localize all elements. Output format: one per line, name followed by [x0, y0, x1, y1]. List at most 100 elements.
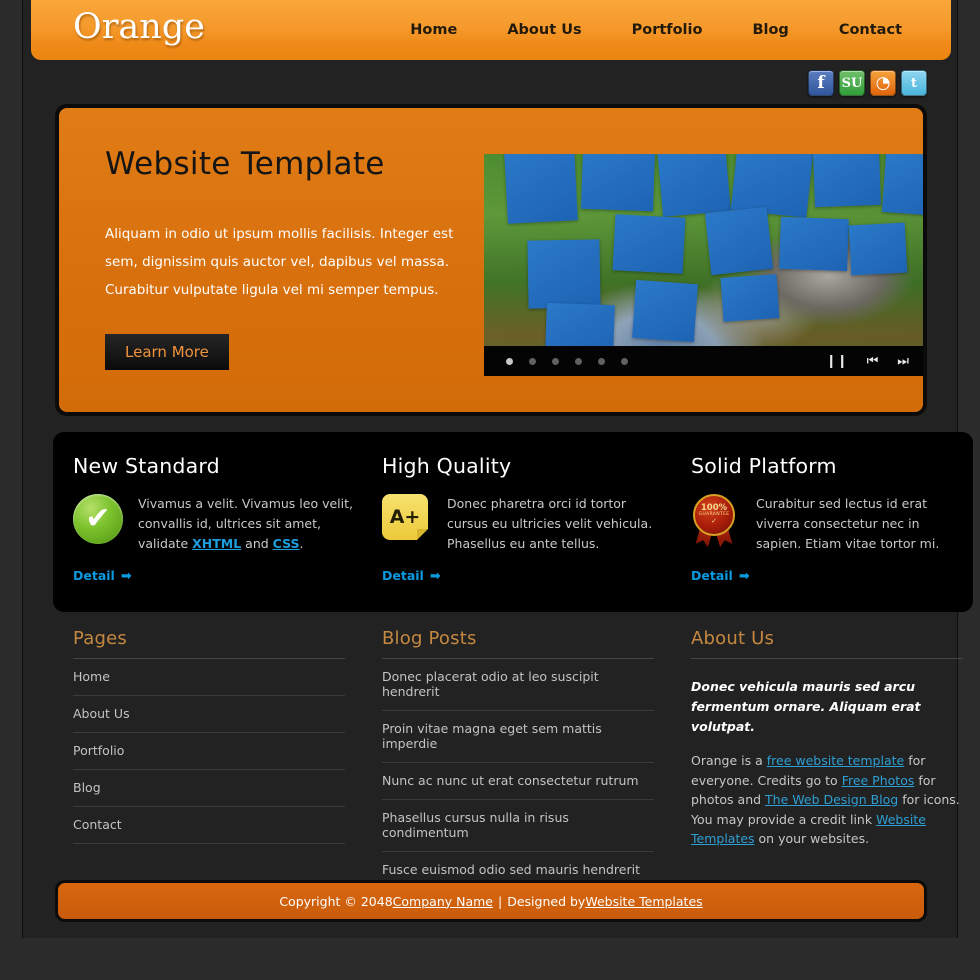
feature-body: ✔ Vivamus a velit. Vivamus leo velit, co… [73, 494, 358, 554]
blog-post-link-4[interactable]: Phasellus cursus nulla in risus condimen… [382, 800, 654, 851]
css-link[interactable]: CSS [273, 536, 300, 551]
feature-text: Curabitur sed lectus id erat viverra con… [756, 496, 940, 551]
blog-post-link-3[interactable]: Nunc ac nunc ut erat consectetur rutrum [382, 763, 654, 799]
blog-post-link-1[interactable]: Donec placerat odio at leo suscipit hend… [382, 659, 654, 710]
list-item: Donec placerat odio at leo suscipit hend… [382, 659, 654, 711]
image-slider[interactable]: ❙❙ ⏮ ⏭ [484, 154, 923, 376]
arrow-right-icon: ➡ [120, 569, 132, 584]
feature-title: Solid Platform [691, 454, 837, 478]
copyright-bar: Copyright © 2048 Company Name | Designed b… [55, 880, 927, 922]
detail-link-new-standard[interactable]: Detail ➡ [73, 568, 132, 584]
feature-icon-slot: 100% GUARANTEE ✓ [691, 494, 741, 554]
footer-column-pages: Pages Home About Us Portfolio Blog Conta… [53, 628, 358, 889]
arrow-right-icon: ➡ [429, 569, 441, 584]
footer-link-home[interactable]: Home [73, 659, 345, 695]
detail-label: Detail [382, 568, 424, 583]
green-check-icon: ✔ [73, 494, 123, 544]
feature-solid-platform: Solid Platform 100% GUARANTEE ✓ Curabitu… [663, 432, 968, 612]
features-section: New Standard ✔ Vivamus a velit. Vivamus … [53, 432, 973, 612]
feature-text-part-2: and [241, 536, 273, 551]
slider-transport-controls: ❙❙ ⏮ ⏭ [826, 355, 909, 368]
nav-item-about-us[interactable]: About Us [482, 22, 606, 38]
company-name-link[interactable]: Company Name [393, 894, 493, 909]
slider-controls-bar: ❙❙ ⏮ ⏭ [484, 346, 923, 376]
slider-dot-5[interactable] [598, 357, 605, 365]
list-item: Home [73, 659, 345, 696]
footer-heading-blog-posts: Blog Posts [382, 628, 654, 659]
a-plus-grade-icon: A+ [382, 494, 428, 540]
previous-icon[interactable]: ⏮ [867, 355, 879, 368]
copyright-prefix: Copyright © 2048 [279, 893, 393, 909]
next-icon[interactable]: ⏭ [897, 355, 909, 368]
feature-icon-slot: A+ [382, 494, 432, 554]
list-item: Nunc ac nunc ut erat consectetur rutrum [382, 763, 654, 800]
badge-circle: 100% GUARANTEE ✓ [693, 494, 735, 536]
list-item: Contact [73, 807, 345, 844]
hero-text-block: Website Template Aliquam in odio ut ipsu… [105, 146, 465, 370]
rss-icon[interactable]: ◔ [870, 70, 896, 96]
list-item: About Us [73, 696, 345, 733]
site-logo[interactable]: Orange [73, 7, 205, 47]
list-item: Phasellus cursus nulla in risus condimen… [382, 800, 654, 852]
hero-description: Aliquam in odio ut ipsum mollis facilisi… [105, 226, 454, 298]
facebook-icon[interactable]: f [808, 70, 834, 96]
about-body-text: Orange is a free website template for ev… [691, 751, 963, 849]
detail-link-solid-platform[interactable]: Detail ➡ [691, 568, 750, 584]
slider-dot-1[interactable] [506, 357, 513, 365]
about-text-5: on your websites. [754, 831, 870, 846]
pause-icon[interactable]: ❙❙ [826, 355, 848, 368]
feature-title: High Quality [382, 454, 512, 478]
slider-dot-3[interactable] [552, 357, 559, 365]
feature-text: Donec pharetra orci id tortor cursus eu … [447, 496, 653, 551]
footer-link-blog[interactable]: Blog [73, 770, 345, 806]
free-photos-link[interactable]: Free Photos [842, 773, 915, 788]
list-item: Blog [73, 770, 345, 807]
nav-item-home[interactable]: Home [385, 22, 482, 38]
about-lead-text: Donec vehicula mauris sed arcu fermentum… [691, 679, 921, 734]
footer-link-portfolio[interactable]: Portfolio [73, 733, 345, 769]
feature-text-part-3: . [299, 536, 304, 551]
footer-column-blog: Blog Posts Donec placerat odio at leo su… [358, 628, 663, 889]
stumbleupon-icon[interactable]: SU [839, 70, 865, 96]
designer-link[interactable]: Website Templates [585, 894, 702, 909]
footer-link-about-us[interactable]: About Us [73, 696, 345, 732]
slider-dot-group [506, 357, 628, 365]
detail-link-high-quality[interactable]: Detail ➡ [382, 568, 441, 584]
footer-link-contact[interactable]: Contact [73, 807, 345, 843]
copyright-separator: | [498, 893, 503, 909]
hero-banner: Website Template Aliquam in odio ut ipsu… [55, 104, 927, 416]
web-design-blog-link[interactable]: The Web Design Blog [765, 792, 898, 807]
blog-post-link-2[interactable]: Proin vitae magna eget sem mattis imperd… [382, 711, 654, 762]
list-item: Proin vitae magna eget sem mattis imperd… [382, 711, 654, 763]
feature-text: Vivamus a velit. Vivamus leo velit, conv… [138, 494, 353, 554]
twitter-icon[interactable]: t [901, 70, 927, 96]
nav-item-contact[interactable]: Contact [814, 22, 927, 38]
feature-icon-slot: ✔ [73, 494, 123, 554]
list-item: Portfolio [73, 733, 345, 770]
free-website-template-link[interactable]: free website template [767, 753, 904, 768]
social-links: f SU ◔ t [808, 70, 927, 96]
badge-check: ✓ [711, 517, 717, 526]
main-navigation: Home About Us Portfolio Blog Contact [385, 0, 927, 60]
arrow-right-icon: ➡ [738, 569, 750, 584]
site-header: Orange Home About Us Portfolio Blog Cont… [31, 0, 951, 60]
slider-dot-2[interactable] [529, 357, 536, 365]
page-wrapper: Orange Home About Us Portfolio Blog Cont… [22, 0, 973, 938]
learn-more-button[interactable]: Learn More [105, 334, 229, 370]
footer-heading-pages: Pages [73, 628, 345, 659]
nav-item-blog[interactable]: Blog [727, 22, 813, 38]
slider-dot-6[interactable] [621, 357, 628, 365]
nav-item-portfolio[interactable]: Portfolio [607, 22, 728, 38]
xhtml-link[interactable]: XHTML [192, 536, 241, 551]
footer-pages-list: Home About Us Portfolio Blog Contact [73, 659, 345, 844]
feature-body: 100% GUARANTEE ✓ Curabitur sed lectus id… [691, 494, 968, 554]
detail-label: Detail [691, 568, 733, 583]
footer-columns: Pages Home About Us Portfolio Blog Conta… [53, 628, 973, 889]
guarantee-badge-icon: 100% GUARANTEE ✓ [691, 494, 737, 546]
hero-title: Website Template [105, 146, 385, 182]
footer-heading-about-us: About Us [691, 628, 963, 659]
slider-photo [484, 154, 923, 376]
about-text-1: Orange is a [691, 753, 767, 768]
slider-dot-4[interactable] [575, 357, 582, 365]
footer-blog-list: Donec placerat odio at leo suscipit hend… [382, 659, 654, 889]
